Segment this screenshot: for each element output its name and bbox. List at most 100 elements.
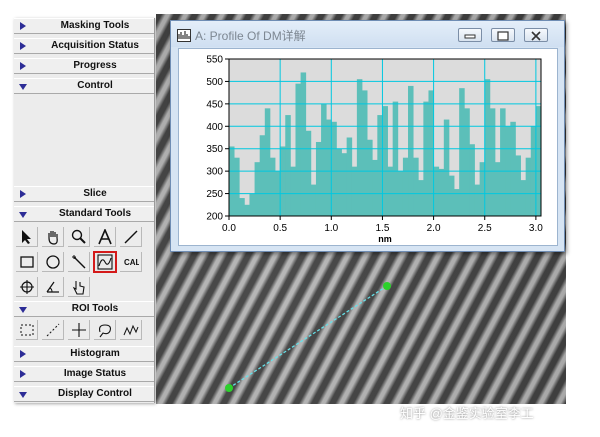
profile-window-titlebar[interactable]: A: Profile Of DM详解: [171, 21, 564, 47]
profile-bar: [423, 101, 429, 216]
hand-pan-tool[interactable]: [42, 227, 64, 247]
crosshair-tool[interactable]: [16, 277, 38, 297]
collapse-arrow-icon[interactable]: [19, 84, 27, 90]
angle-tool[interactable]: [42, 277, 64, 297]
hand-pan-icon: [48, 231, 58, 245]
profile-bar: [351, 166, 358, 216]
profile-window-title: A: Profile Of DM详解: [195, 29, 306, 43]
profile-chart[interactable]: 200 250 300 350 400 450 500 550 0.0 0.5 1.0 1.5 2.0 2…: [179, 49, 557, 245]
histogram-bar[interactable]: Histogram: [14, 346, 154, 362]
progress-bar-section[interactable]: Progress: [14, 58, 154, 74]
curve-roi-tool[interactable]: [120, 320, 142, 340]
profile-plot-area[interactable]: 200 250 300 350 400 450 500 550 0.0 0.5 1.0 1.5 2.0 2…: [178, 48, 558, 246]
slice-bar[interactable]: Slice: [14, 186, 154, 202]
calibration-tool-icon: CAL: [124, 258, 139, 267]
point-roi-tool[interactable]: [68, 320, 90, 340]
y-tick-label: 300: [206, 167, 223, 178]
curve-roi-icon: [123, 324, 139, 336]
rectangle-tool-icon: [20, 256, 34, 268]
profile-bar: [346, 137, 353, 216]
progress-label: Progress: [73, 60, 117, 71]
image-status-bar[interactable]: Image Status: [14, 366, 154, 382]
wand-tool[interactable]: [68, 252, 90, 272]
profile-bar: [474, 184, 481, 216]
y-tick-label: 400: [206, 122, 223, 133]
hand-select-tool[interactable]: [68, 277, 90, 297]
standard-tools-bar[interactable]: Standard Tools: [14, 206, 154, 222]
close-button[interactable]: [524, 28, 548, 42]
profile-bar: [438, 168, 445, 216]
expand-arrow-icon[interactable]: [20, 42, 26, 50]
collapse-arrow-icon[interactable]: [19, 212, 27, 218]
y-tick-label: 350: [206, 144, 223, 155]
expand-arrow-icon[interactable]: [20, 370, 26, 378]
maximize-button[interactable]: [491, 28, 515, 42]
profile-bar: [269, 157, 276, 216]
profile-bar: [321, 103, 327, 216]
oval-tool[interactable]: [42, 252, 64, 272]
expand-arrow-icon[interactable]: [20, 350, 26, 358]
magnifier-tool[interactable]: [68, 227, 90, 247]
y-tick-label: 450: [206, 99, 223, 110]
profile-bar: [525, 157, 532, 216]
minimize-icon: [464, 34, 476, 39]
x-tick-label: 1.0: [324, 223, 338, 234]
profile-bar: [290, 166, 296, 216]
close-icon: [531, 31, 541, 41]
lasso-roi-tool[interactable]: [94, 320, 116, 340]
y-tick-label: 200: [206, 212, 223, 223]
profile-bar: [520, 180, 527, 216]
collapse-arrow-icon[interactable]: [19, 392, 27, 398]
profile-bar: [315, 141, 322, 216]
text-tool[interactable]: [94, 227, 116, 247]
masking-tools-label: Masking Tools: [60, 20, 130, 31]
expand-arrow-icon[interactable]: [20, 62, 26, 70]
display-control-bar[interactable]: Display Control: [14, 386, 154, 402]
line-roi[interactable]: [228, 285, 388, 389]
control-bar[interactable]: Control: [14, 78, 154, 94]
x-tick-label: 0.5: [273, 223, 287, 234]
profile-bar: [341, 153, 348, 216]
expand-arrow-icon[interactable]: [20, 22, 26, 30]
magnifier-icon: [71, 229, 86, 244]
rectangle-tool[interactable]: [16, 252, 38, 272]
roi-start-handle[interactable]: [225, 384, 233, 392]
profile-bar: [500, 108, 506, 216]
watermark: 知乎 @金鉴实验室李工: [400, 406, 534, 421]
control-label: Control: [77, 80, 113, 91]
acquisition-status-bar[interactable]: Acquisition Status: [14, 38, 154, 54]
acquisition-status-label: Acquisition Status: [51, 40, 139, 51]
arrow-select-tool[interactable]: [16, 227, 38, 247]
profile-window[interactable]: A: Profile Of DM详解 200 250 300 350 400 450 500…: [170, 20, 565, 252]
profile-bar: [331, 121, 337, 216]
calibration-tool[interactable]: CAL: [120, 252, 142, 272]
roi-tools-bar[interactable]: ROI Tools: [14, 301, 154, 317]
y-tick-label: 550: [206, 55, 223, 66]
profile-bar: [392, 101, 399, 216]
line-roi-tool[interactable]: [42, 320, 64, 340]
line-profile-tool-icon: [97, 254, 113, 270]
profile-bar: [239, 198, 245, 216]
expand-arrow-icon[interactable]: [20, 190, 26, 198]
profile-bar: [254, 162, 261, 216]
slice-label: Slice: [83, 188, 107, 199]
point-roi-icon: [72, 323, 86, 337]
profile-bar: [494, 162, 501, 216]
standard-tools-grid: CAL: [14, 225, 154, 300]
collapse-arrow-icon[interactable]: [19, 307, 27, 313]
profile-bar: [310, 184, 317, 216]
profile-bar: [484, 79, 491, 216]
roi-end-handle[interactable]: [383, 282, 391, 290]
profile-bar: [336, 148, 342, 216]
rect-roi-tool[interactable]: [16, 320, 38, 340]
maximize-icon: [497, 31, 509, 41]
profile-bar: [402, 157, 409, 216]
profile-bar: [433, 166, 440, 216]
profile-bar: [305, 130, 312, 216]
line-tool[interactable]: [120, 227, 142, 247]
masking-tools-bar[interactable]: Masking Tools: [14, 18, 154, 34]
roi-tools-label: ROI Tools: [71, 303, 119, 314]
line-profile-tool[interactable]: [93, 251, 117, 273]
profile-bar: [361, 90, 368, 216]
minimize-button[interactable]: [458, 28, 482, 42]
